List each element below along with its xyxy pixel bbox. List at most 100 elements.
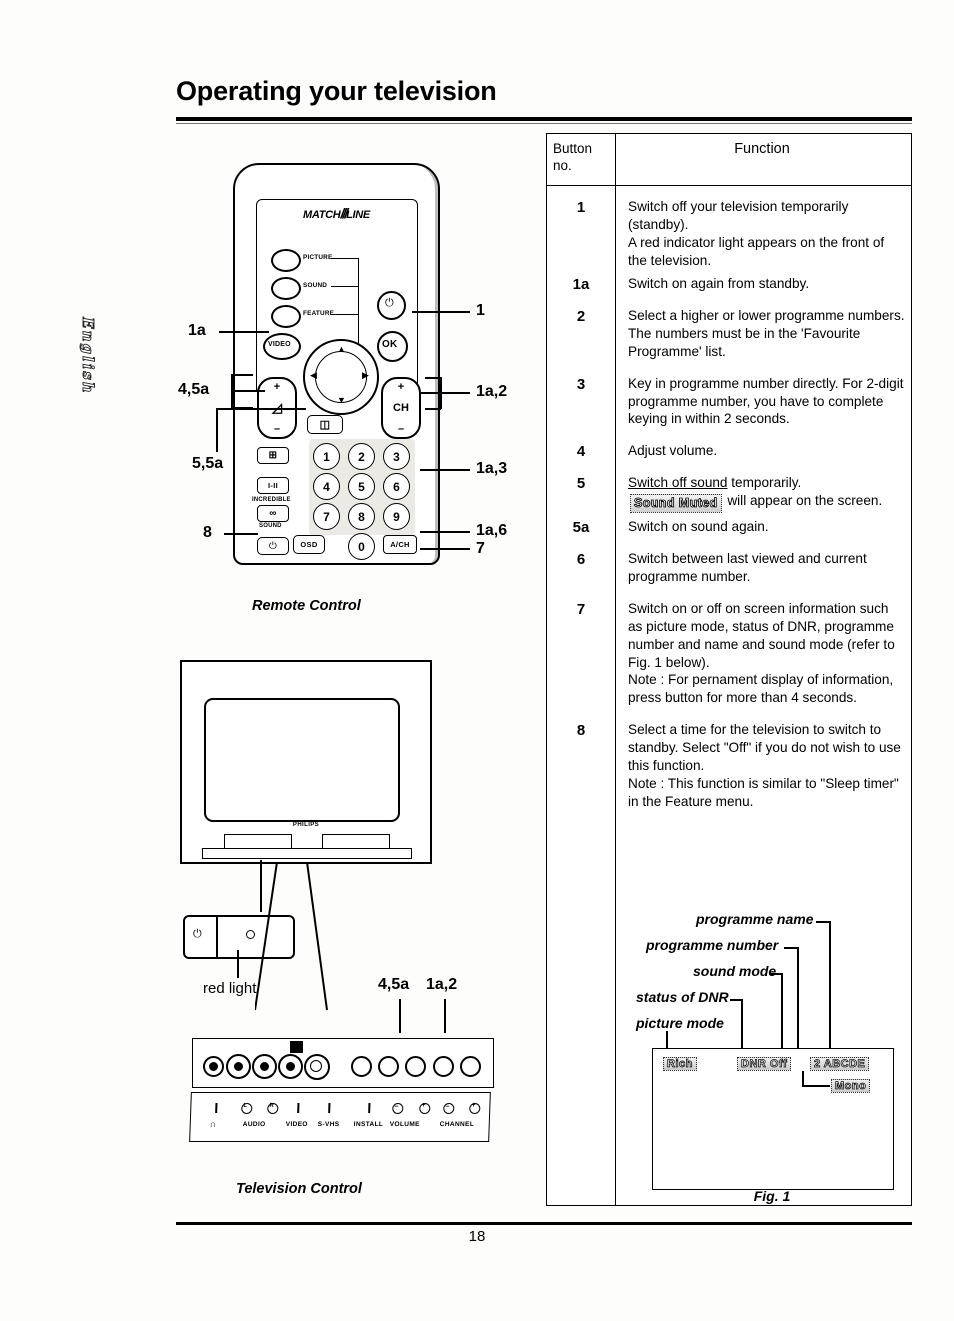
figure1-caption: Fig. 1: [753, 1188, 791, 1204]
audio-right-center: [260, 1062, 269, 1071]
callout-1a2-bracket-bot: [425, 408, 441, 410]
incredible-sound-button[interactable]: ∞: [257, 505, 289, 522]
audio-left-jack[interactable]: [226, 1054, 251, 1079]
picture-button[interactable]: [271, 249, 301, 272]
audio-right-jack[interactable]: [252, 1054, 277, 1079]
callout-1a3-leader: [420, 469, 470, 471]
button-function-table: Button no. Function 1 Switch off your te…: [546, 133, 912, 1206]
arrow-up-icon[interactable]: ▲: [337, 345, 346, 354]
row-number: 7: [576, 600, 586, 618]
osd-button[interactable]: OSD: [293, 535, 325, 554]
format-icon: ⊞: [268, 450, 278, 461]
key-0[interactable]: 0: [348, 533, 375, 560]
callout-1a2-leader: [420, 392, 470, 394]
row-function: Select a time for the television to swit…: [628, 722, 901, 810]
row-function: Key in programme number directly. For 2-…: [628, 375, 904, 427]
arrow-right-icon[interactable]: ▶: [362, 371, 369, 380]
row-number: 5: [576, 475, 586, 493]
callout-4-5a: 4,5a: [178, 381, 210, 398]
volume-label: VOLUME: [389, 1121, 420, 1128]
lead-programme-name-v: [829, 921, 831, 1049]
channel-label: CHANNEL: [439, 1121, 475, 1128]
sound-sublabel: SOUND: [259, 523, 282, 529]
channel-rocker[interactable]: + CH –: [381, 377, 421, 439]
key-3[interactable]: 3: [383, 443, 410, 470]
remote-control-figure: MATCH///LINE PICTURE SOUND FEATURE VIDEO…: [233, 163, 440, 565]
mute-button[interactable]: ◫: [307, 415, 343, 434]
lead-dnr-v: [741, 999, 743, 1049]
headphone-jack[interactable]: [203, 1056, 224, 1077]
panel-leader-group: [254, 861, 385, 1012]
volume-plus-label: +: [421, 1102, 426, 1109]
row-number: 4: [576, 443, 586, 461]
headphone-tick: [215, 1103, 218, 1113]
callout-programme-name: programme name: [696, 911, 814, 927]
picture-label: PICTURE: [303, 254, 333, 261]
picture-format-button[interactable]: ⊞: [257, 447, 289, 464]
osd-sound-mode-leader-h: [802, 1085, 830, 1087]
table-row: 4 Adjust volume.: [547, 442, 911, 460]
callout-1a3: 1a,3: [476, 460, 508, 477]
key-2[interactable]: 2: [348, 443, 375, 470]
callout-5-5a: 5,5a: [192, 455, 224, 472]
volume-minus-label: –: [394, 1103, 399, 1110]
sound-button[interactable]: [271, 277, 301, 300]
install-button[interactable]: [351, 1056, 372, 1077]
sound-mode-button[interactable]: I-II: [257, 477, 289, 494]
callout-4-5a-leader: [231, 390, 265, 392]
mode-bracket-top: [331, 258, 359, 260]
key-6[interactable]: 6: [383, 473, 410, 500]
table-header-button-line2: no.: [553, 157, 572, 173]
navigation-pad[interactable]: ▲ ▼ ◀ ▶: [303, 339, 379, 415]
key-1[interactable]: 1: [313, 443, 340, 470]
key-4[interactable]: 4: [313, 473, 340, 500]
sleep-timer-button[interactable]: ⏻: [257, 537, 289, 555]
callout-1a2-bracket-top: [425, 377, 441, 379]
row-number: 3: [576, 375, 586, 393]
callout-1a: 1a: [188, 322, 206, 339]
mode-bracket-stem: [358, 258, 360, 348]
osd-label: OSD: [300, 540, 318, 549]
channel-down-button[interactable]: [433, 1056, 454, 1077]
row-function: Select a higher or lower programme numbe…: [628, 307, 905, 359]
video-tick: [297, 1103, 300, 1113]
channel-up-button[interactable]: [460, 1056, 481, 1077]
callout-picture-mode: picture mode: [636, 1015, 724, 1031]
svhs-label: S-VHS: [317, 1121, 340, 1128]
callout-8: 8: [203, 524, 212, 541]
audio-label: AUDIO: [242, 1121, 266, 1128]
key-5[interactable]: 5: [348, 473, 375, 500]
arrow-down-icon[interactable]: ▼: [337, 396, 346, 405]
video-jack[interactable]: [278, 1054, 303, 1079]
callout-1: 1: [476, 302, 485, 319]
row-number: 2: [576, 307, 586, 325]
volume-up-button[interactable]: [405, 1056, 426, 1077]
volume-down-button[interactable]: [378, 1056, 399, 1077]
television-figure: PHILIPS: [180, 660, 432, 864]
callout-7: 7: [476, 540, 485, 557]
manual-page: Operating your television English MATCH/…: [0, 0, 954, 1321]
logo-suffix: LINE: [346, 209, 370, 221]
headphone-jack-center: [209, 1062, 218, 1071]
osd-programme-number-name: 2 ABCDE: [810, 1057, 870, 1071]
ach-button[interactable]: A/CH: [383, 535, 417, 554]
video-label: VIDEO: [268, 341, 291, 348]
control-panel-labels: ∩ L R AUDIO VIDEO S-VHS INSTALL – + VOLU…: [189, 1092, 491, 1142]
mode-bracket-bot: [331, 314, 359, 316]
key-9[interactable]: 9: [383, 503, 410, 530]
incredible-sound-icon: ∞: [269, 508, 277, 519]
arrow-left-icon[interactable]: ◀: [310, 371, 317, 380]
key-8[interactable]: 8: [348, 503, 375, 530]
lead-programme-name-h: [816, 921, 830, 923]
red-light-indicator: [246, 930, 255, 939]
table-row: 7 Switch on or off on screen information…: [547, 600, 911, 708]
key-7[interactable]: 7: [313, 503, 340, 530]
table-header-button-line1: Button: [553, 141, 593, 156]
figure1-callouts: programme name programme number sound mo…: [548, 905, 908, 1069]
svhs-jack[interactable]: [304, 1054, 330, 1080]
lead-programme-number-v: [797, 947, 799, 1049]
svhs-jack-center: [310, 1060, 322, 1072]
feature-button[interactable]: [271, 305, 301, 328]
tv-base: [202, 848, 412, 859]
ach-label: A/CH: [390, 540, 410, 549]
